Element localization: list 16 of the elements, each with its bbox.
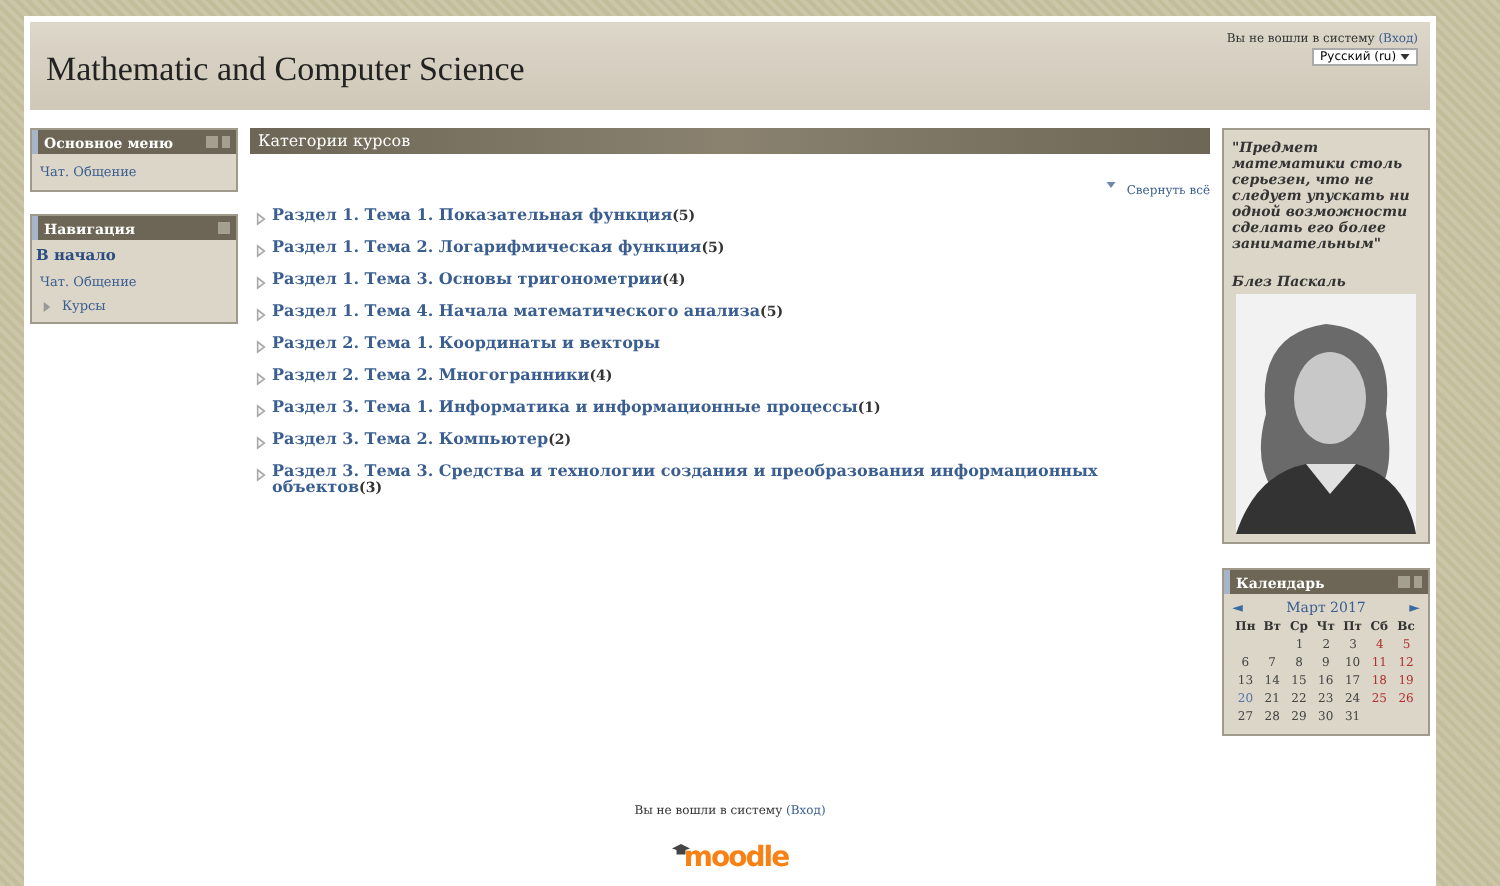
expand-arrow-icon[interactable] [42,299,52,313]
collapse-arrow-icon [1106,182,1117,189]
expand-arrow-icon[interactable] [256,340,266,354]
expand-arrow-icon[interactable] [256,372,266,386]
expand-arrow-icon[interactable] [256,212,266,226]
site-title: Mathematic and Computer Science [46,50,525,90]
category-link[interactable]: Раздел 2. Тема 1. Координаты и векторы [272,334,661,350]
expand-arrow-icon[interactable] [256,244,266,258]
dropdown-arrow-icon [1400,53,1410,60]
expand-arrow-icon[interactable] [256,468,266,482]
expand-arrow-icon[interactable] [256,308,266,322]
section-title: Категории курсов [258,132,411,150]
graduation-cap-icon [671,844,690,856]
expand-arrow-icon[interactable] [256,436,266,450]
expand-arrow-icon[interactable] [256,404,266,418]
expand-arrow-icon[interactable] [256,276,266,290]
